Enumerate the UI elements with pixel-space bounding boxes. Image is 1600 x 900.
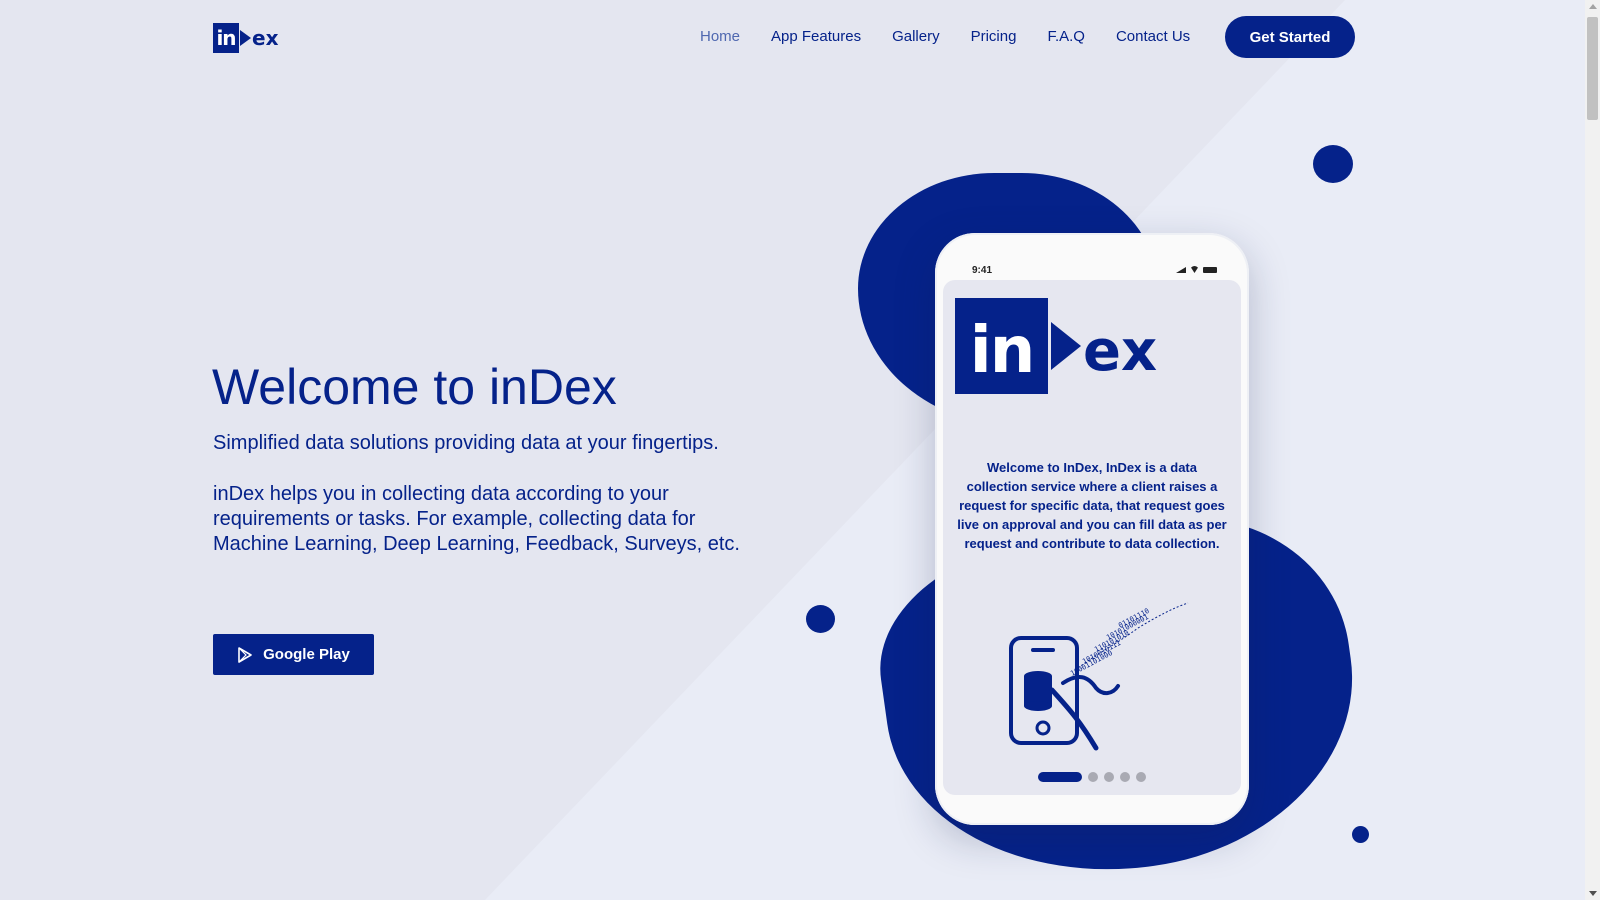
phone-screen: in ex Welcome to InDex, InDex is a data … bbox=[943, 280, 1241, 795]
main-nav: Home App Features Gallery Pricing F.A.Q … bbox=[700, 28, 1221, 45]
logo-triangle bbox=[240, 30, 251, 46]
pager-dot[interactable] bbox=[1088, 772, 1098, 782]
decor-dot bbox=[1313, 145, 1353, 183]
nav-home[interactable]: Home bbox=[700, 28, 740, 45]
app-logo-wordmark: ex bbox=[1083, 318, 1158, 384]
pager-dot-active[interactable] bbox=[1038, 772, 1082, 782]
phone-mockup: 9:41 in ex Welcome to InDex, InDex is a … bbox=[935, 233, 1249, 825]
google-play-label: Google Play bbox=[263, 646, 350, 663]
logo-wordmark: ex bbox=[252, 26, 279, 50]
nav-gallery[interactable]: Gallery bbox=[892, 28, 940, 45]
hero-title: Welcome to inDex bbox=[212, 359, 617, 415]
nav-pricing[interactable]: Pricing bbox=[971, 28, 1017, 45]
app-welcome-text: Welcome to InDex, InDex is a data collec… bbox=[957, 460, 1227, 551]
pager-dot[interactable] bbox=[1136, 772, 1146, 782]
page-scrollbar[interactable] bbox=[1585, 0, 1600, 900]
pager-dot[interactable] bbox=[1120, 772, 1130, 782]
nav-faq[interactable]: F.A.Q bbox=[1047, 28, 1085, 45]
nav-contact-us[interactable]: Contact Us bbox=[1116, 28, 1190, 45]
status-time: 9:41 bbox=[972, 265, 993, 276]
wifi-icon bbox=[1190, 266, 1199, 273]
battery-icon bbox=[1203, 267, 1217, 273]
get-started-button[interactable]: Get Started bbox=[1225, 16, 1355, 58]
scrollbar-thumb[interactable] bbox=[1587, 17, 1598, 120]
decor-dot bbox=[806, 605, 835, 633]
carousel-pager bbox=[943, 772, 1241, 782]
google-play-button[interactable]: Google Play bbox=[213, 634, 374, 675]
app-logo-triangle bbox=[1051, 322, 1081, 370]
nav-app-features[interactable]: App Features bbox=[771, 28, 861, 45]
scroll-down-icon[interactable] bbox=[1589, 891, 1597, 896]
pager-dot[interactable] bbox=[1104, 772, 1114, 782]
hero-description: inDex helps you in collecting data accor… bbox=[213, 483, 740, 555]
logo-mark: in bbox=[213, 23, 239, 53]
logo[interactable]: in ex bbox=[213, 23, 278, 53]
scroll-up-icon[interactable] bbox=[1589, 4, 1597, 9]
app-logo-mark: in bbox=[955, 298, 1048, 394]
decor-dot bbox=[1352, 826, 1369, 843]
app-logo: in ex bbox=[955, 298, 1157, 394]
signal-icon bbox=[1176, 267, 1186, 273]
hero-subtitle: Simplified data solutions providing data… bbox=[213, 432, 719, 454]
status-icons bbox=[1176, 266, 1217, 273]
data-collection-illustration-icon: 01101110 10101000001 110101010 101001011… bbox=[1009, 602, 1189, 751]
play-store-icon bbox=[238, 646, 252, 663]
